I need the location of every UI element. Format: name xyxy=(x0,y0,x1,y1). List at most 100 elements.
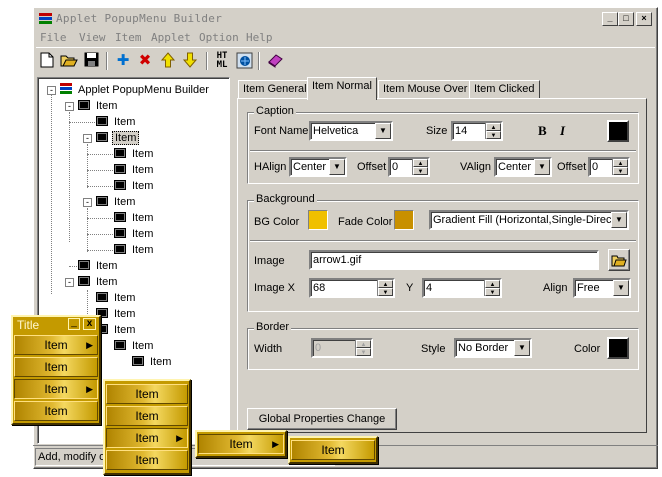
tree-item[interactable]: Item xyxy=(96,290,137,306)
browse-folder-button[interactable] xyxy=(608,249,630,271)
item-icon xyxy=(96,116,108,126)
spin-arrows-icon[interactable]: ▲ ▼ xyxy=(377,280,393,296)
popup-menu-preview[interactable]: Title _ x Item ▶ Item Item ▶ Item xyxy=(11,315,101,425)
tree-item[interactable]: Item xyxy=(78,274,119,290)
popup-menu-item[interactable]: Item xyxy=(14,401,98,421)
v-offset-spinner[interactable]: 0 ▲ ▼ xyxy=(588,157,630,177)
popup-submenu[interactable]: Item xyxy=(288,436,378,464)
item-icon xyxy=(96,292,108,302)
border-style-select[interactable]: No Border ▼ xyxy=(454,338,532,358)
imagex-spinner[interactable]: 68 ▲ ▼ xyxy=(309,278,395,298)
collapse-toggle[interactable]: - xyxy=(83,134,92,143)
h-offset-spinner[interactable]: 0 ▲ ▼ xyxy=(388,157,430,177)
popup-menu-item[interactable]: Item xyxy=(106,384,188,404)
menu-help[interactable]: Help xyxy=(246,31,273,44)
help-book-icon[interactable] xyxy=(266,52,284,70)
browser-preview-icon[interactable] xyxy=(235,52,253,70)
font-name-select[interactable]: Helvetica ▼ xyxy=(309,121,393,141)
new-icon[interactable] xyxy=(38,52,56,70)
popup-menu-item[interactable]: Item xyxy=(291,440,375,460)
spin-arrows-icon[interactable]: ▲ ▼ xyxy=(355,340,371,356)
halign-select[interactable]: Center ▼ xyxy=(289,157,347,177)
chevron-down-icon[interactable]: ▼ xyxy=(514,340,530,356)
popup-close-button[interactable]: x xyxy=(83,318,96,330)
tree-item[interactable]: Item xyxy=(114,178,155,194)
title-bar[interactable]: Applet PopupMenu Builder _ □ × xyxy=(36,10,655,28)
popup-menu-item[interactable]: Item xyxy=(14,357,98,377)
spin-arrows-icon[interactable]: ▲ ▼ xyxy=(484,280,500,296)
tab-item-normal[interactable]: Item Normal xyxy=(307,77,377,100)
tree-item[interactable]: Item xyxy=(96,322,137,338)
tree-item[interactable]: Item xyxy=(114,210,155,226)
collapse-toggle[interactable]: - xyxy=(65,278,74,287)
html-icon[interactable]: HT ML xyxy=(213,52,231,70)
border-color-button[interactable] xyxy=(607,337,629,359)
popup-menu-item[interactable]: Item ▶ xyxy=(14,335,98,355)
minimize-button[interactable]: _ xyxy=(602,12,618,26)
submenu-arrow-icon: ▶ xyxy=(86,340,93,350)
border-width-spinner[interactable]: 0 ▲ ▼ xyxy=(311,338,373,358)
move-down-icon[interactable] xyxy=(181,52,199,70)
spin-arrows-icon[interactable]: ▲ ▼ xyxy=(412,159,428,175)
chevron-down-icon[interactable]: ▼ xyxy=(329,159,345,175)
imagey-spinner[interactable]: 4 ▲ ▼ xyxy=(422,278,502,298)
tree-item[interactable]: Item xyxy=(96,114,137,130)
text-color-button[interactable] xyxy=(607,120,629,142)
add-icon[interactable]: ✚ xyxy=(114,52,132,70)
menu-applet[interactable]: Applet xyxy=(151,31,191,44)
popup-menu-item[interactable]: Item ▶ xyxy=(14,379,98,399)
size-spinner[interactable]: 14 ▲ ▼ xyxy=(451,121,503,141)
popup-menu-item[interactable]: Item xyxy=(106,450,188,470)
collapse-toggle[interactable]: - xyxy=(83,198,92,207)
menu-option[interactable]: Option xyxy=(199,31,239,44)
popup-title-bar[interactable]: Title _ x xyxy=(13,317,99,333)
tree-item[interactable]: Item xyxy=(96,306,137,322)
tree-item[interactable]: Item xyxy=(78,98,119,114)
italic-button[interactable]: I xyxy=(560,124,565,138)
tree-item[interactable]: Item xyxy=(96,194,137,210)
tab-item-clicked[interactable]: Item Clicked xyxy=(469,80,540,99)
chevron-down-icon[interactable]: ▼ xyxy=(611,212,627,228)
close-button[interactable]: × xyxy=(636,12,652,26)
menu-view[interactable]: View xyxy=(79,31,106,44)
fade-color-swatch[interactable] xyxy=(394,210,414,230)
popup-menu-item[interactable]: Item xyxy=(106,406,188,426)
tree-item[interactable]: Item xyxy=(132,354,173,370)
collapse-toggle[interactable]: - xyxy=(65,102,74,111)
tree-item[interactable]: Item xyxy=(114,338,155,354)
popup-menu-item[interactable]: Item ▶ xyxy=(198,434,284,454)
delete-icon[interactable]: ✖ xyxy=(136,52,154,70)
align-select[interactable]: Free ▼ xyxy=(573,278,631,298)
popup-menu-item[interactable]: Item ▶ xyxy=(106,428,188,448)
tab-item-mouse-over[interactable]: Item Mouse Over xyxy=(378,80,473,99)
chevron-down-icon[interactable]: ▼ xyxy=(375,123,391,139)
bold-button[interactable]: B xyxy=(538,124,547,138)
popup-submenu[interactable]: Item Item Item ▶ Item xyxy=(103,379,191,475)
chevron-down-icon[interactable]: ▼ xyxy=(613,280,629,296)
maximize-button[interactable]: □ xyxy=(618,12,634,26)
tree-item[interactable]: Item xyxy=(114,226,155,242)
menu-item[interactable]: Item xyxy=(115,31,142,44)
collapse-toggle[interactable]: - xyxy=(47,86,56,95)
fill-mode-select[interactable]: Gradient Fill (Horizontal,Single-Directi… xyxy=(429,210,629,230)
popup-submenu[interactable]: Item ▶ xyxy=(195,430,287,458)
tree-item[interactable]: Item xyxy=(114,162,155,178)
bg-color-swatch[interactable] xyxy=(308,210,328,230)
valign-select[interactable]: Center ▼ xyxy=(494,157,552,177)
popup-minimize-button[interactable]: _ xyxy=(68,318,80,330)
tab-item-general[interactable]: Item General xyxy=(238,80,312,99)
tree-item-selected[interactable]: Item xyxy=(96,130,140,146)
spin-arrows-icon[interactable]: ▲ ▼ xyxy=(612,159,628,175)
image-input[interactable]: arrow1.gif xyxy=(309,250,599,270)
open-icon[interactable] xyxy=(60,52,78,70)
move-up-icon[interactable] xyxy=(159,52,177,70)
menu-file[interactable]: File xyxy=(40,31,67,44)
tree-item[interactable]: Item xyxy=(78,258,119,274)
tree-item[interactable]: Item xyxy=(114,146,155,162)
tree-item[interactable]: Item xyxy=(114,242,155,258)
save-icon[interactable] xyxy=(82,52,100,70)
spin-arrows-icon[interactable]: ▲ ▼ xyxy=(485,123,501,139)
chevron-down-icon[interactable]: ▼ xyxy=(534,159,550,175)
global-properties-button[interactable]: Global Properties Change xyxy=(247,408,397,430)
tree-root[interactable]: Applet PopupMenu Builder xyxy=(60,82,211,98)
